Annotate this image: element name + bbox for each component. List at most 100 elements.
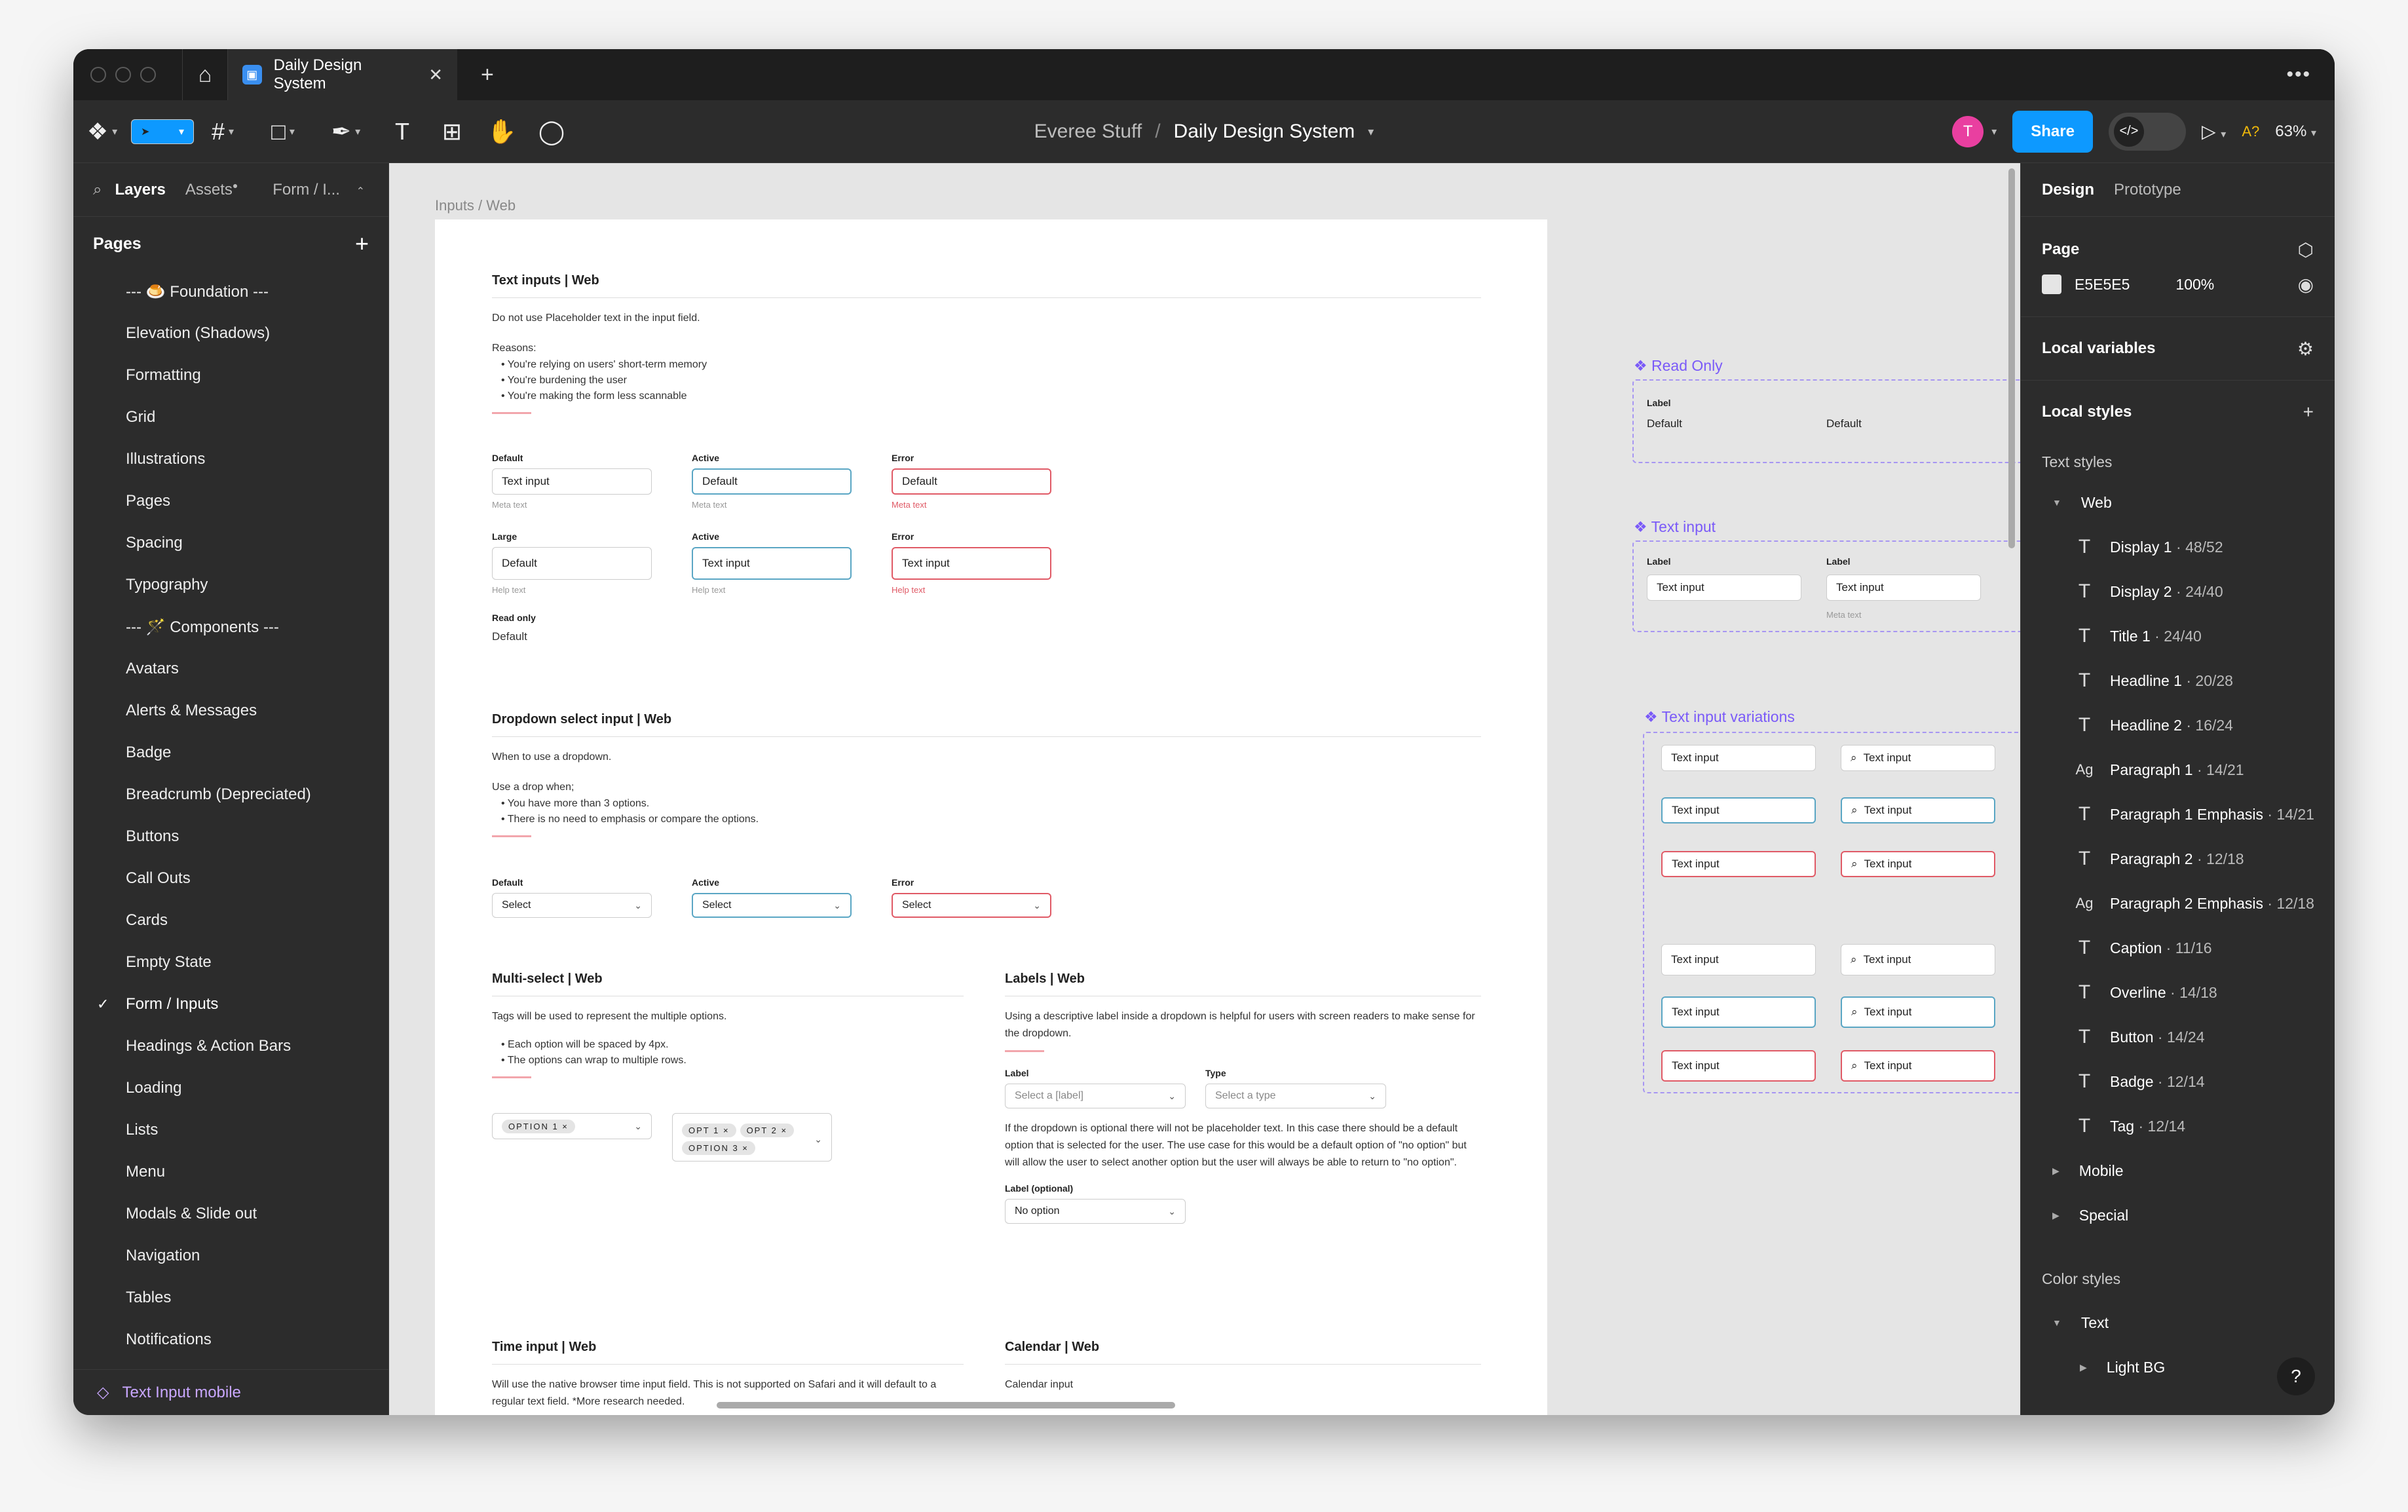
search-input-active[interactable]: ⌕ Text input	[1841, 797, 1995, 823]
color-group-text[interactable]: ▼ Text	[2021, 1300, 2335, 1345]
page-item[interactable]: Grid	[73, 396, 388, 438]
text-input[interactable]: Text input	[1661, 745, 1816, 771]
text-style-item[interactable]: T Badge · 12/14	[2021, 1059, 2335, 1104]
text-input-active[interactable]: Text input	[1661, 797, 1816, 823]
text-input-large-error[interactable]: Text input	[1661, 1050, 1816, 1082]
page-item[interactable]: Tables	[73, 1277, 388, 1319]
page-item[interactable]: Lists	[73, 1109, 388, 1151]
pen-tool-button[interactable]: ✒ ▾	[314, 100, 377, 163]
style-group-special[interactable]: ▶ Special	[2021, 1193, 2335, 1238]
styles-icon[interactable]: ⬡	[2298, 239, 2314, 261]
add-style-button[interactable]: +	[2303, 402, 2314, 423]
text-input-large[interactable]: Default	[492, 547, 652, 580]
page-color-value[interactable]: E5E5E5	[2075, 276, 2130, 293]
text-style-item[interactable]: Ag Paragraph 2 Emphasis · 12/18	[2021, 881, 2335, 926]
search-input[interactable]: ⌕ Text input	[1841, 745, 1995, 771]
tab-layers[interactable]: Layers	[115, 181, 165, 199]
text-style-item[interactable]: T Headline 2 · 16/24	[2021, 703, 2335, 747]
hand-tool-button[interactable]: ✋	[477, 100, 527, 163]
page-opacity[interactable]: 100%	[2175, 276, 2214, 293]
project-name[interactable]: Everee Stuff	[1034, 121, 1142, 143]
page-item[interactable]: Notifications	[73, 1319, 388, 1361]
text-style-item[interactable]: T Paragraph 1 Emphasis · 14/21	[2021, 792, 2335, 837]
page-item[interactable]: Pages	[73, 480, 388, 522]
move-tool-button[interactable]: ➤ ▾	[131, 119, 194, 144]
variables-icon[interactable]: ⚙	[2297, 338, 2314, 360]
component-title[interactable]: ❖ Read Only	[1634, 357, 1723, 375]
search-input-error[interactable]: ⌕ Text input	[1841, 851, 1995, 877]
text-style-item[interactable]: T Button · 14/24	[2021, 1015, 2335, 1059]
page-item[interactable]: Alerts & Messages	[73, 690, 388, 732]
multi-select-input[interactable]: OPTION 1 × ⌄	[492, 1113, 652, 1139]
share-button[interactable]: Share	[2012, 110, 2093, 153]
read-only-component[interactable]: Label Default Default	[1632, 379, 2020, 463]
text-input-error[interactable]: Default	[892, 468, 1051, 495]
style-group-web[interactable]: ▼ Web	[2021, 480, 2335, 525]
page-item[interactable]: Loading	[73, 1067, 388, 1109]
eye-icon[interactable]: ◉	[2298, 274, 2314, 295]
file-name[interactable]: Daily Design System	[1174, 121, 1355, 143]
shape-tool-button[interactable]: □ ▾	[252, 100, 314, 163]
text-style-item[interactable]: T Title 1 · 24/40	[2021, 614, 2335, 658]
resources-tool-button[interactable]: ⊞	[427, 100, 477, 163]
page-switcher[interactable]: Form / I... ⌃	[273, 181, 365, 199]
page-color-swatch[interactable]	[2042, 274, 2061, 294]
text-input-active[interactable]: Default	[692, 468, 852, 495]
optional-dropdown[interactable]: No option ⌄	[1005, 1199, 1186, 1224]
tab-prototype[interactable]: Prototype	[2114, 181, 2181, 199]
page-item[interactable]: --- 🪄 Components ---	[73, 606, 388, 648]
dropdown-default[interactable]: Select ⌄	[492, 893, 652, 918]
text-style-item[interactable]: T Display 1 · 48/52	[2021, 525, 2335, 569]
page-item[interactable]: ✓ Form / Inputs	[73, 983, 388, 1025]
add-page-button[interactable]: +	[355, 230, 369, 257]
page-item[interactable]: Modals & Slide out	[73, 1193, 388, 1235]
text-style-item[interactable]: T Paragraph 2 · 12/18	[2021, 837, 2335, 881]
present-button[interactable]: ▷ ▾	[2202, 121, 2226, 142]
text-input[interactable]: Text input	[1647, 575, 1801, 601]
page-item[interactable]: Call Outs	[73, 858, 388, 899]
home-icon[interactable]: ⌂	[182, 49, 228, 100]
tab-design[interactable]: Design	[2042, 181, 2094, 199]
page-item[interactable]: Navigation	[73, 1235, 388, 1277]
inputs-web-frame[interactable]: Text inputs | Web Do not use Placeholder…	[435, 219, 1547, 1415]
accessibility-badge[interactable]: A?	[2242, 123, 2259, 140]
comment-tool-button[interactable]: ◯	[527, 100, 576, 163]
page-item[interactable]: Headings & Action Bars	[73, 1025, 388, 1067]
close-window-button[interactable]	[90, 67, 106, 83]
multi-select-wrap[interactable]: OPT 1 × OPT 2 × OPTION 3 × ⌄	[672, 1113, 832, 1162]
selected-layer[interactable]: ◇ Text Input mobile	[73, 1369, 389, 1415]
text-input-large-error[interactable]: Text input	[892, 547, 1051, 580]
multi-select-single-row[interactable]: OPTION 1 × ⌄	[492, 1113, 652, 1139]
text-style-item[interactable]: T Caption · 11/16	[2021, 926, 2335, 970]
close-tab-icon[interactable]: ✕	[428, 65, 443, 85]
page-item[interactable]: Breadcrumb (Depreciated)	[73, 774, 388, 816]
page-item[interactable]: Menu	[73, 1151, 388, 1193]
user-menu[interactable]: T ▾	[1952, 115, 1997, 147]
text-style-item[interactable]: T Display 2 · 24/40	[2021, 569, 2335, 614]
vertical-scrollbar[interactable]	[2008, 168, 2015, 548]
zoom-level[interactable]: 63% ▾	[2275, 123, 2316, 141]
tag[interactable]: OPT 2 ×	[740, 1124, 795, 1137]
dev-mode-toggle[interactable]: </>	[2108, 112, 2186, 151]
page-item[interactable]: Badge	[73, 732, 388, 774]
tag[interactable]: OPTION 3 ×	[682, 1141, 755, 1155]
canvas[interactable]: Inputs / Web Text inputs | Web Do not us…	[389, 163, 2020, 1415]
page-item[interactable]: Cards	[73, 899, 388, 941]
page-item[interactable]: Buttons	[73, 816, 388, 858]
frame-title[interactable]: Inputs / Web	[435, 197, 516, 214]
main-menu-button[interactable]: ❖ ▾	[73, 100, 131, 163]
text-style-item[interactable]: T Headline 1 · 20/28	[2021, 658, 2335, 703]
minimize-window-button[interactable]	[115, 67, 131, 83]
text-input-large-active[interactable]: Text input	[692, 547, 852, 580]
page-item[interactable]: Avatars	[73, 648, 388, 690]
label-dropdown[interactable]: Select a [label] ⌄	[1005, 1084, 1186, 1108]
tab-assets[interactable]: Assets●	[185, 180, 238, 199]
page-item[interactable]: --- 🍮 Foundation ---	[73, 271, 388, 312]
component-title[interactable]: ❖ Text input variations	[1644, 708, 1795, 726]
text-style-item[interactable]: Ag Paragraph 1 · 14/21	[2021, 747, 2335, 792]
more-options-icon[interactable]: •••	[2286, 64, 2311, 86]
search-icon[interactable]: ⌕	[93, 181, 102, 199]
page-color-row[interactable]: E5E5E5 100% ◉	[2021, 274, 2335, 305]
file-tab[interactable]: ▣ Daily Design System ✕	[228, 49, 457, 100]
text-input-default[interactable]: Text input	[492, 468, 652, 495]
